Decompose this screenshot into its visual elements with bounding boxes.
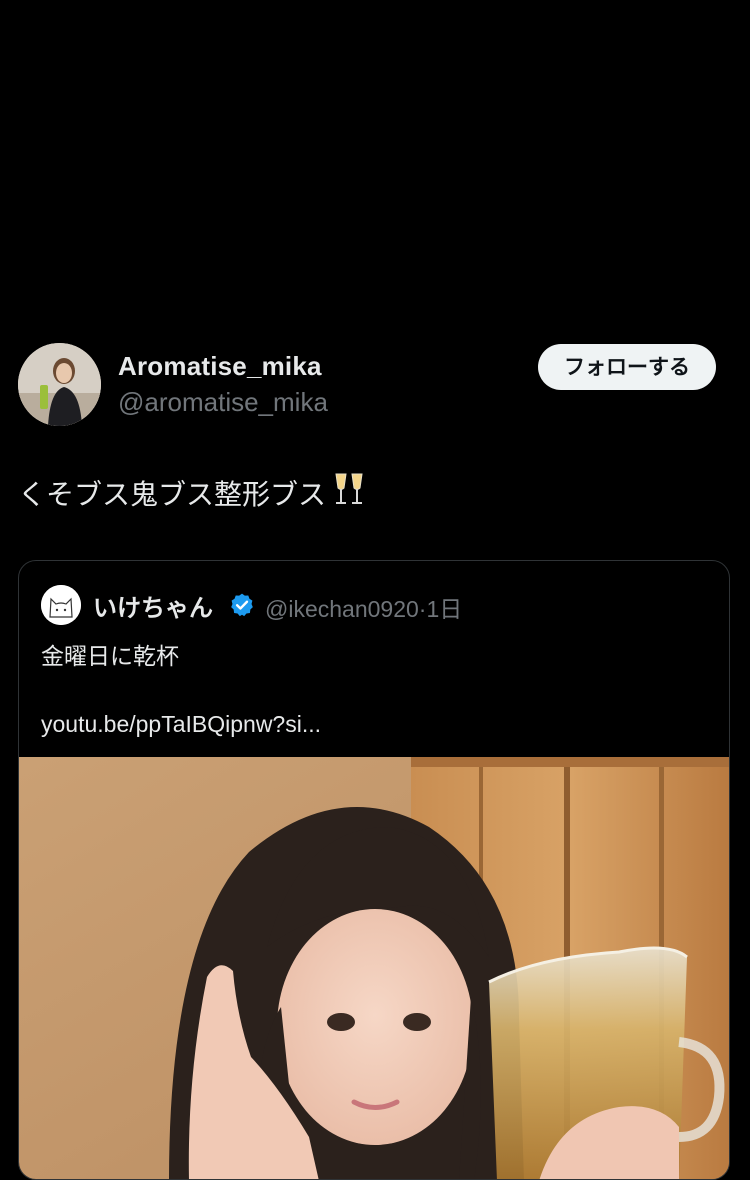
- quoted-author-handle[interactable]: @ikechan0920: [265, 596, 419, 622]
- tweet-text: くそブス鬼ブス整形ブス: [18, 472, 366, 515]
- quoted-timestamp[interactable]: 1日: [426, 596, 462, 622]
- cat-avatar-icon: [41, 585, 81, 625]
- author-avatar[interactable]: [18, 343, 101, 426]
- quoted-tweet-link[interactable]: youtu.be/ppTaIBQipnw?si...: [41, 711, 321, 738]
- follow-button[interactable]: フォローする: [538, 344, 716, 390]
- tweet-header: Aromatise_mika @aromatise_mika フォローする: [18, 343, 732, 427]
- tweet-text-content: くそブス鬼ブス整形ブス: [18, 478, 327, 511]
- photo-image-icon: [19, 757, 729, 1179]
- quoted-author-avatar[interactable]: [41, 585, 81, 625]
- quoted-tweet-photo[interactable]: [19, 757, 729, 1179]
- quoted-author-name[interactable]: いけちゃん: [93, 588, 213, 623]
- quoted-tweet-card[interactable]: いけちゃん @ikechan0920·1日 金曜日に乾杯 youtu.be/pp…: [18, 560, 730, 1180]
- quoted-author-meta: @ikechan0920·1日: [265, 590, 462, 624]
- clinking-glasses-icon: [332, 472, 366, 515]
- quoted-tweet-text: 金曜日に乾杯: [41, 644, 179, 670]
- verified-badge-icon: [231, 593, 253, 617]
- author-display-name[interactable]: Aromatise_mika: [118, 351, 322, 382]
- author-handle[interactable]: @aromatise_mika: [118, 387, 328, 418]
- avatar-photo-icon: [18, 343, 101, 426]
